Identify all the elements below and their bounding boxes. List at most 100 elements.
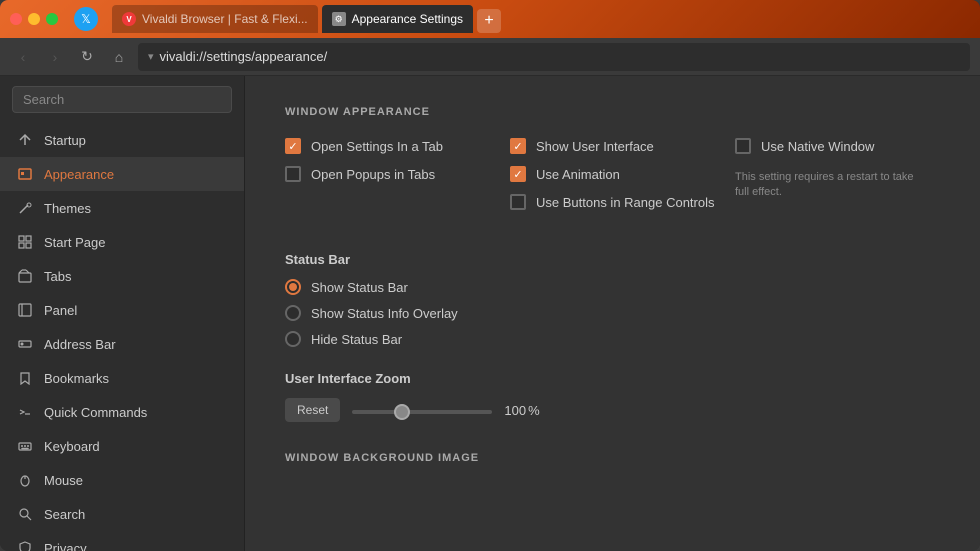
- sidebar-label-tabs: Tabs: [44, 269, 71, 284]
- use-native-window-checkbox[interactable]: [735, 138, 751, 154]
- ui-zoom-title: User Interface Zoom: [285, 371, 940, 386]
- show-user-interface-label: Show User Interface: [536, 139, 654, 154]
- sidebar-label-start-page: Start Page: [44, 235, 105, 250]
- show-status-bar-radio[interactable]: [285, 279, 301, 295]
- panel-icon: [16, 301, 34, 319]
- sidebar-item-privacy[interactable]: Privacy: [0, 531, 244, 551]
- traffic-lights: [10, 13, 58, 25]
- sidebar-item-mouse[interactable]: Mouse: [0, 463, 244, 497]
- status-bar-section: Status Bar Show Status Bar Show Status I…: [285, 252, 940, 347]
- use-animation-label: Use Animation: [536, 167, 620, 182]
- sidebar-item-start-page[interactable]: Start Page: [0, 225, 244, 259]
- zoom-reset-button[interactable]: Reset: [285, 398, 340, 422]
- window-background-image-title: WINDOW BACKGROUND IMAGE: [285, 452, 940, 464]
- use-animation-checkbox[interactable]: ✓: [510, 166, 526, 182]
- address-bar[interactable]: ▾ vivaldi://settings/appearance/: [138, 43, 970, 71]
- twitter-icon: 𝕏: [74, 7, 98, 31]
- title-bar: 𝕏 V Vivaldi Browser | Fast & Flexi... ⚙ …: [0, 0, 980, 38]
- use-animation-row: ✓ Use Animation: [510, 166, 715, 182]
- sidebar-search-input[interactable]: [12, 86, 232, 113]
- sidebar-item-address-bar[interactable]: Address Bar: [0, 327, 244, 361]
- show-status-info-overlay-label: Show Status Info Overlay: [311, 306, 458, 321]
- new-tab-button[interactable]: +: [477, 9, 501, 33]
- use-buttons-range-row: Use Buttons in Range Controls: [510, 194, 715, 210]
- sidebar-item-quick-commands[interactable]: Quick Commands: [0, 395, 244, 429]
- show-status-bar-label: Show Status Bar: [311, 280, 408, 295]
- hide-status-bar-label: Hide Status Bar: [311, 332, 402, 347]
- minimize-button[interactable]: [28, 13, 40, 25]
- open-settings-tab-label: Open Settings In a Tab: [311, 139, 443, 154]
- sidebar-item-appearance[interactable]: Appearance: [0, 157, 244, 191]
- tab-appearance-settings[interactable]: ⚙ Appearance Settings: [322, 5, 473, 33]
- address-bar-icon: [16, 335, 34, 353]
- sidebar-label-address-bar: Address Bar: [44, 337, 116, 352]
- show-user-interface-row: ✓ Show User Interface: [510, 138, 715, 154]
- sidebar-label-themes: Themes: [44, 201, 91, 216]
- reload-button[interactable]: ↻: [74, 44, 100, 70]
- sidebar-label-privacy: Privacy: [44, 541, 87, 551]
- sidebar-item-bookmarks[interactable]: Bookmarks: [0, 361, 244, 395]
- forward-button[interactable]: ›: [42, 44, 68, 70]
- tab-label-vivaldi: Vivaldi Browser | Fast & Flexi...: [142, 12, 308, 26]
- quick-commands-icon: [16, 403, 34, 421]
- startup-icon: [16, 131, 34, 149]
- sidebar-label-keyboard: Keyboard: [44, 439, 100, 454]
- url-display: vivaldi://settings/appearance/: [160, 49, 328, 64]
- start-page-icon: [16, 233, 34, 251]
- browser-window: 𝕏 V Vivaldi Browser | Fast & Flexi... ⚙ …: [0, 0, 980, 551]
- show-status-bar-row: Show Status Bar: [285, 279, 940, 295]
- use-buttons-range-label: Use Buttons in Range Controls: [536, 195, 714, 210]
- tab-vivaldi[interactable]: V Vivaldi Browser | Fast & Flexi...: [112, 5, 318, 33]
- open-settings-tab-checkbox[interactable]: ✓: [285, 138, 301, 154]
- use-buttons-range-checkbox[interactable]: [510, 194, 526, 210]
- show-status-info-overlay-row: Show Status Info Overlay: [285, 305, 940, 321]
- close-button[interactable]: [10, 13, 22, 25]
- window-appearance-columns: ✓ Open Settings In a Tab Open Popups in …: [285, 138, 940, 222]
- use-native-window-note: This setting requires a restart to take …: [735, 170, 915, 201]
- open-popups-tabs-label: Open Popups in Tabs: [311, 167, 435, 182]
- sidebar-item-search[interactable]: Search: [0, 497, 244, 531]
- sidebar-label-quick-commands: Quick Commands: [44, 405, 147, 420]
- keyboard-icon: [16, 437, 34, 455]
- appearance-icon: [16, 165, 34, 183]
- themes-icon: [16, 199, 34, 217]
- privacy-icon: [16, 539, 34, 551]
- content-area: WINDOW APPEARANCE ✓ Open Settings In a T…: [245, 76, 980, 551]
- window-appearance-col3: Use Native Window This setting requires …: [735, 138, 940, 222]
- sidebar-item-themes[interactable]: Themes: [0, 191, 244, 225]
- tab-favicon-vivaldi: V: [122, 12, 136, 26]
- main-area: Startup Appearance The: [0, 76, 980, 551]
- zoom-slider-container: [352, 401, 492, 419]
- mouse-icon: [16, 471, 34, 489]
- status-bar-title: Status Bar: [285, 252, 940, 267]
- sidebar-label-panel: Panel: [44, 303, 77, 318]
- maximize-button[interactable]: [46, 13, 58, 25]
- home-button[interactable]: ⌂: [106, 44, 132, 70]
- window-background-image-section: WINDOW BACKGROUND IMAGE: [285, 452, 940, 464]
- open-popups-tabs-row: Open Popups in Tabs: [285, 166, 490, 182]
- show-status-info-overlay-radio[interactable]: [285, 305, 301, 321]
- zoom-value-display: 100%: [504, 403, 539, 418]
- sidebar-label-bookmarks: Bookmarks: [44, 371, 109, 386]
- back-button[interactable]: ‹: [10, 44, 36, 70]
- open-settings-tab-row: ✓ Open Settings In a Tab: [285, 138, 490, 154]
- open-popups-tabs-checkbox[interactable]: [285, 166, 301, 182]
- bookmarks-icon: [16, 369, 34, 387]
- sidebar-label-search: Search: [44, 507, 85, 522]
- window-appearance-title: WINDOW APPEARANCE: [285, 106, 940, 118]
- hide-status-bar-radio[interactable]: [285, 331, 301, 347]
- use-native-window-label: Use Native Window: [761, 139, 874, 154]
- sidebar-item-panel[interactable]: Panel: [0, 293, 244, 327]
- window-appearance-col1: ✓ Open Settings In a Tab Open Popups in …: [285, 138, 490, 222]
- sidebar-label-appearance: Appearance: [44, 167, 114, 182]
- show-user-interface-checkbox[interactable]: ✓: [510, 138, 526, 154]
- zoom-slider[interactable]: [352, 410, 492, 414]
- tab-label-appearance: Appearance Settings: [352, 12, 463, 26]
- sidebar-item-keyboard[interactable]: Keyboard: [0, 429, 244, 463]
- sidebar: Startup Appearance The: [0, 76, 245, 551]
- ui-zoom-section: User Interface Zoom Reset 100%: [285, 371, 940, 422]
- sidebar-item-startup[interactable]: Startup: [0, 123, 244, 157]
- sidebar-item-tabs[interactable]: Tabs: [0, 259, 244, 293]
- sidebar-search-container: [0, 76, 244, 123]
- window-appearance-col2: ✓ Show User Interface ✓ Use Animation Us…: [510, 138, 715, 222]
